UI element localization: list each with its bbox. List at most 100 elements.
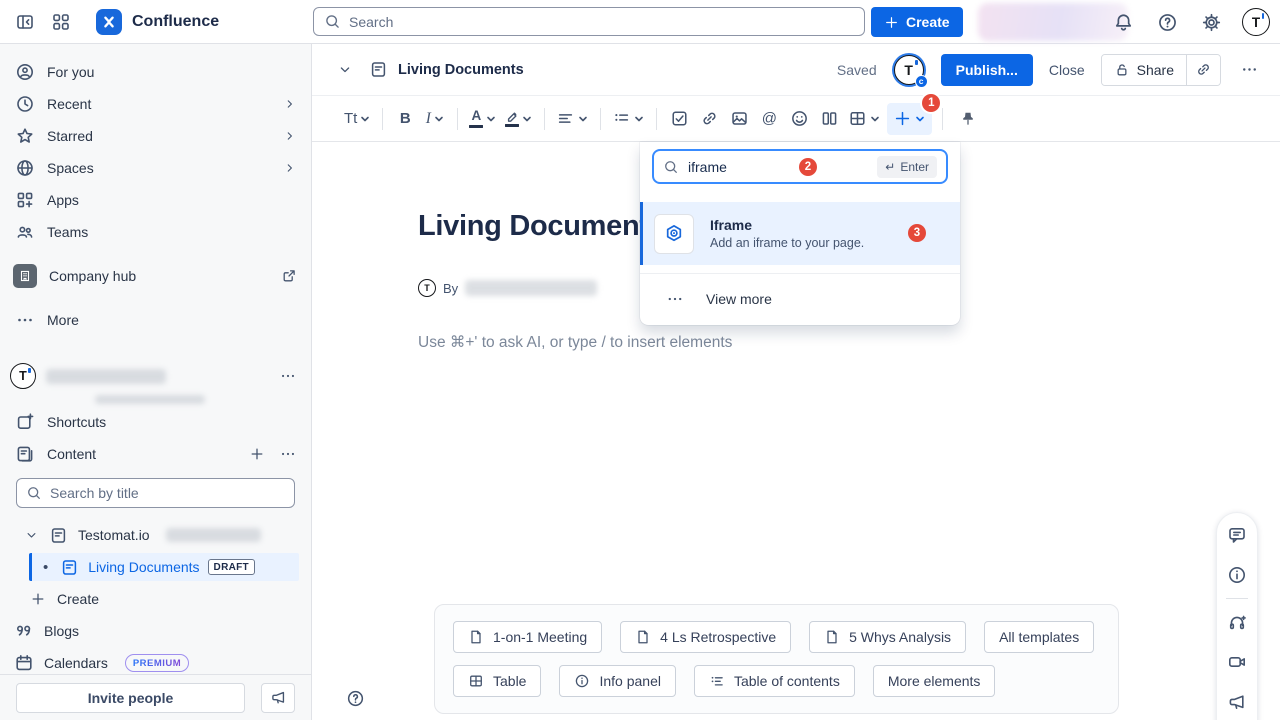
redacted-space-suffix	[166, 528, 261, 542]
element-toc-button[interactable]: Table of contents	[694, 665, 855, 697]
template-5-whys-analysis[interactable]: 5 Whys Analysis	[809, 621, 966, 653]
sidebar-collapse-button[interactable]	[10, 7, 40, 37]
global-search[interactable]	[313, 7, 865, 36]
invite-people-button[interactable]: Invite people	[16, 683, 245, 713]
bold-button[interactable]: B	[390, 103, 420, 135]
publish-button[interactable]: Publish...	[941, 54, 1033, 86]
more-elements-button[interactable]: More elements	[873, 665, 996, 697]
columns-icon	[820, 109, 839, 128]
confluence-logo-icon	[96, 9, 122, 35]
sidebar-item-more[interactable]: More	[0, 304, 311, 336]
emoji-button[interactable]	[784, 103, 814, 135]
space-avatar: T	[10, 363, 36, 389]
chevron-down-icon[interactable]	[24, 528, 39, 543]
sidebar-item-starred[interactable]: Starred	[0, 120, 311, 152]
global-search-input[interactable]	[349, 14, 854, 30]
help-button[interactable]	[1152, 7, 1182, 37]
app-switcher-button[interactable]	[46, 7, 76, 37]
audio-call-button[interactable]	[1217, 602, 1257, 642]
link-icon	[1195, 61, 1212, 78]
page-icon-active	[60, 558, 79, 577]
people-icon	[15, 222, 35, 242]
sidebar-item-teams[interactable]: Teams	[0, 216, 311, 248]
pin-icon	[959, 110, 977, 128]
sidebar-item-shortcuts[interactable]: Shortcuts	[0, 406, 311, 438]
highlight-color-button[interactable]	[501, 103, 537, 135]
space-header[interactable]: T	[0, 358, 311, 394]
table-of-contents-icon	[709, 673, 725, 689]
template-4ls-retrospective[interactable]: 4 Ls Retrospective	[620, 621, 791, 653]
view-more-item[interactable]: View more	[640, 274, 960, 323]
confluence-logo[interactable]: Confluence	[96, 9, 219, 35]
insert-elements-button[interactable]: 1	[887, 103, 932, 135]
rail-divider	[1226, 598, 1248, 599]
app-grid-icon	[51, 12, 71, 32]
chevron-right-icon	[283, 129, 297, 143]
document-title[interactable]: Living Documents	[418, 210, 665, 243]
content-more-icon[interactable]	[279, 445, 297, 463]
settings-button[interactable]	[1196, 7, 1226, 37]
sidebar-item-for-you[interactable]: For you	[0, 56, 311, 88]
megaphone-icon	[1227, 692, 1247, 712]
sidebar-item-spaces[interactable]: Spaces	[0, 152, 311, 184]
template-1on1-meeting[interactable]: 1-on-1 Meeting	[453, 621, 602, 653]
video-button[interactable]	[1217, 642, 1257, 682]
feedback-button[interactable]	[1217, 682, 1257, 720]
tree-item-create[interactable]: Create	[0, 583, 311, 615]
element-info-panel-button[interactable]: Info panel	[559, 665, 676, 697]
pin-toolbar-button[interactable]	[953, 103, 983, 135]
sidebar-item-content[interactable]: Content	[0, 438, 311, 470]
create-button[interactable]: Create	[871, 7, 963, 37]
sidebar-item-blogs[interactable]: Blogs	[0, 615, 311, 647]
breadcrumb-page-title[interactable]: Living Documents	[398, 62, 524, 78]
collaborator-avatar[interactable]: T c	[894, 55, 924, 85]
chevron-down-icon[interactable]	[337, 62, 353, 78]
text-style-button[interactable]: Tt	[340, 103, 375, 135]
table-icon	[848, 109, 867, 128]
italic-button[interactable]: I	[420, 103, 450, 135]
task-list-button[interactable]	[664, 103, 694, 135]
sidebar-item-apps[interactable]: Apps	[0, 184, 311, 216]
editor-placeholder[interactable]: Use ⌘+' to ask AI, or type / to insert e…	[418, 333, 732, 352]
copy-link-button[interactable]	[1186, 55, 1220, 85]
mention-button[interactable]: @	[754, 103, 784, 135]
insert-result-iframe[interactable]: Iframe Add an iframe to your page. 3	[640, 202, 960, 265]
table-button[interactable]	[844, 103, 885, 135]
insert-image-button[interactable]	[724, 103, 754, 135]
share-button[interactable]: Share	[1102, 55, 1186, 85]
sidebar-item-recent[interactable]: Recent	[0, 88, 311, 120]
tree-item-living-documents[interactable]: • Living Documents DRAFT	[29, 553, 299, 581]
page-more-button[interactable]	[1234, 55, 1264, 85]
help-icon	[1157, 12, 1178, 33]
close-button[interactable]: Close	[1046, 62, 1088, 78]
alignment-button[interactable]	[552, 103, 593, 135]
all-templates-button[interactable]: All templates	[984, 621, 1094, 653]
comment-icon	[1227, 525, 1247, 545]
redacted-space-name	[46, 369, 166, 384]
layouts-button[interactable]	[814, 103, 844, 135]
details-button[interactable]	[1217, 555, 1257, 595]
insert-link-button[interactable]	[694, 103, 724, 135]
content-search-input[interactable]	[50, 485, 285, 501]
insert-elements-menu: 2 ↵ Enter Iframe Add an iframe to your p…	[640, 142, 960, 325]
sidebar-item-company-hub[interactable]: Company hub	[0, 260, 311, 292]
text-color-button[interactable]: A	[465, 103, 501, 135]
redacted-author-name	[465, 280, 597, 296]
insert-search-input[interactable]	[688, 159, 750, 175]
more-horizontal-icon	[1240, 60, 1259, 79]
space-more-icon[interactable]	[279, 367, 297, 385]
notifications-button[interactable]	[1108, 7, 1138, 37]
profile-avatar[interactable]: T	[1240, 7, 1272, 37]
apps-plus-icon	[15, 190, 35, 210]
comments-button[interactable]	[1217, 515, 1257, 555]
content-search[interactable]	[16, 478, 295, 508]
announcements-button[interactable]	[261, 683, 295, 713]
element-table-button[interactable]: Table	[453, 665, 541, 697]
tree-item-space[interactable]: Testomat.io	[0, 519, 311, 551]
insert-search-field[interactable]: 2 ↵ Enter	[652, 149, 948, 184]
highlighter-icon	[505, 110, 519, 122]
lists-button[interactable]	[608, 103, 649, 135]
share-button-group: Share	[1101, 54, 1221, 86]
content-add-icon[interactable]	[249, 446, 265, 462]
editor-help-button[interactable]	[340, 683, 370, 713]
